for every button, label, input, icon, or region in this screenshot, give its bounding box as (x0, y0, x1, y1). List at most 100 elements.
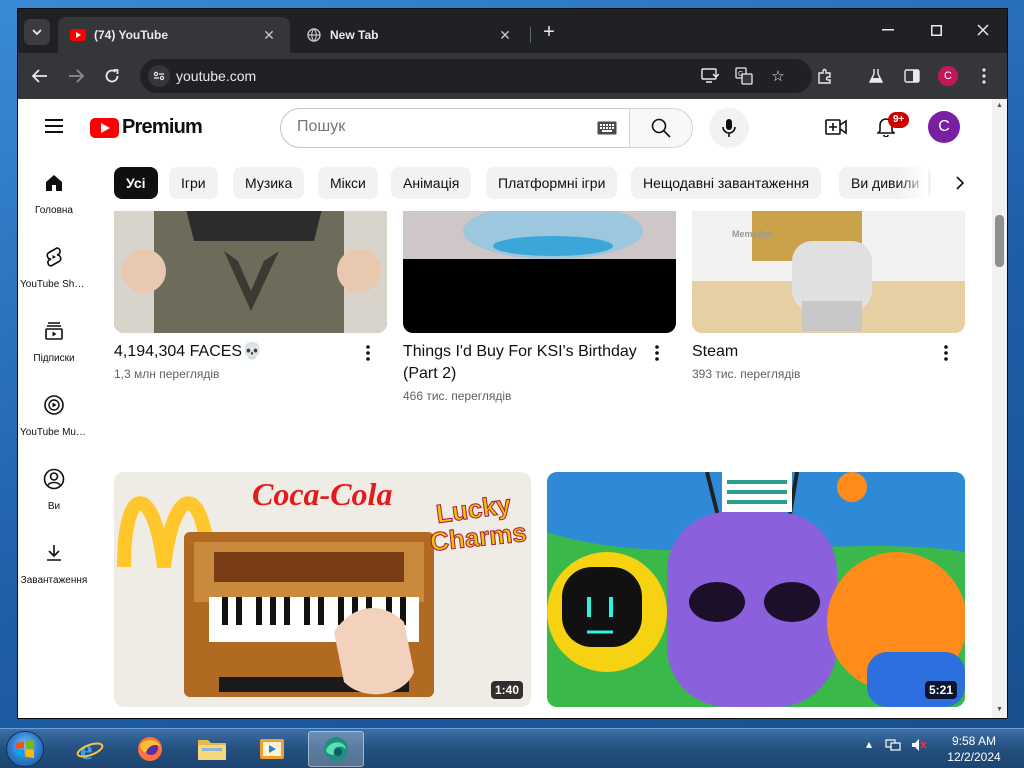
video-title[interactable]: Things I'd Buy For KSI's Birthday (Part … (403, 341, 643, 385)
you-icon (43, 468, 65, 490)
close-window-button[interactable] (963, 17, 1003, 43)
tab-strip: (74) YouTube ✕ New Tab ✕ + (18, 9, 1007, 53)
taskbar-edge-browser[interactable] (308, 731, 364, 767)
chip-music[interactable]: Музика (233, 167, 305, 199)
sidebar-item-shorts[interactable]: YouTube Shorts (18, 229, 90, 303)
chips-next-button[interactable] (948, 171, 972, 195)
bookmark-star-icon[interactable]: ☆ (768, 66, 788, 86)
volume-muted-icon[interactable] (911, 738, 927, 752)
back-button[interactable] (28, 64, 52, 88)
translate-icon[interactable]: G (734, 66, 754, 86)
site-info-icon[interactable] (148, 65, 170, 87)
sidebar-item-subscriptions[interactable]: Підписки (18, 303, 90, 377)
chevron-right-icon (956, 176, 964, 190)
close-icon[interactable]: ✕ (496, 27, 514, 44)
install-app-icon[interactable] (700, 66, 720, 86)
media-player-icon (260, 739, 284, 759)
tab-new-tab[interactable]: New Tab ✕ (294, 17, 526, 53)
chip-animation[interactable]: Анімація (391, 167, 472, 199)
chip-platformers[interactable]: Платформні ігри (486, 167, 618, 199)
thumbnail-image (114, 211, 387, 333)
video-thumbnail[interactable] (403, 211, 676, 333)
url-text[interactable]: youtube.com (176, 68, 256, 84)
sidebar-item-downloads[interactable]: Завантаження (18, 525, 90, 599)
system-tray: ▴ (866, 737, 927, 752)
sidebar-item-youtube-music[interactable]: YouTube Music (18, 377, 90, 451)
video-views: 466 тис. переглядів (403, 389, 512, 403)
tray-expand-icon[interactable]: ▴ (866, 737, 872, 751)
chips-fade (898, 167, 928, 199)
taskbar-firefox[interactable] (122, 731, 178, 767)
firefox-icon (138, 737, 162, 761)
close-icon (977, 24, 989, 36)
profile-avatar[interactable]: C (938, 66, 958, 86)
mini-guide: Головна YouTube Shorts Підписки YouTube … (18, 155, 90, 718)
video-title[interactable]: 4,194,304 FACES💀 (114, 341, 354, 363)
youtube-music-icon (44, 395, 64, 415)
system-clock[interactable]: 9:58 AM 12/2/2024 (936, 733, 1012, 765)
chevron-down-icon (32, 29, 42, 35)
new-tab-button[interactable]: + (538, 21, 560, 43)
svg-text:G: G (738, 71, 743, 78)
video-title[interactable]: Steam (692, 341, 932, 363)
keyboard-icon[interactable] (597, 119, 617, 137)
scroll-down-arrow-icon[interactable]: ▼ (995, 705, 1004, 714)
video-plus-icon (825, 119, 847, 135)
search-button[interactable] (629, 108, 693, 148)
labs-button[interactable] (864, 64, 888, 88)
maximize-button[interactable] (916, 17, 956, 43)
browser-toolbar: youtube.com G ☆ C (18, 53, 1007, 99)
side-panel-button[interactable] (900, 64, 924, 88)
address-bar[interactable]: youtube.com G ☆ (140, 59, 812, 93)
chip-recently-uploaded[interactable]: Нещодавні завантаження (631, 167, 822, 199)
chip-games[interactable]: Ігри (169, 167, 218, 199)
chip-mixes[interactable]: Мікси (318, 167, 378, 199)
minimize-button[interactable] (868, 17, 908, 43)
search-box (280, 108, 630, 148)
reload-icon (105, 69, 119, 83)
clock-date: 12/2/2024 (947, 750, 1001, 764)
taskbar-media-player[interactable] (244, 731, 300, 767)
tab-separator (530, 27, 531, 43)
tab-search-button[interactable] (24, 19, 50, 45)
windows-logo-icon (16, 740, 34, 758)
scrollbar-thumb[interactable] (995, 215, 1004, 267)
chip-all[interactable]: Усі (114, 167, 158, 199)
sidebar-item-you[interactable]: Ви (18, 451, 90, 525)
sidebar-item-label: YouTube Shorts (20, 279, 88, 290)
video-thumbnail[interactable]: MemeZee (692, 211, 965, 333)
youtube-play-icon (90, 117, 119, 138)
video-menu-button[interactable] (647, 341, 667, 365)
page-scrollbar[interactable]: ▲ ▼ (992, 99, 1007, 718)
taskbar-file-explorer[interactable] (184, 731, 240, 767)
video-thumbnail[interactable]: Coca-Cola Lucky Charms 1:40 (114, 472, 531, 707)
tab-youtube[interactable]: (74) YouTube ✕ (58, 17, 290, 53)
menu-icon[interactable] (42, 115, 66, 139)
network-icon[interactable] (885, 738, 901, 752)
home-icon (46, 175, 62, 191)
video-menu-button[interactable] (936, 341, 956, 365)
forward-button[interactable] (64, 64, 88, 88)
extensions-button[interactable] (813, 64, 837, 88)
folder-icon (198, 740, 226, 760)
sidebar-item-label: Ви (47, 501, 61, 512)
taskbar-internet-explorer[interactable]: e (62, 731, 118, 767)
browser-menu-button[interactable] (972, 64, 996, 88)
minimize-icon (882, 29, 894, 31)
video-thumbnail[interactable] (114, 211, 387, 333)
scroll-up-arrow-icon[interactable]: ▲ (995, 101, 1004, 110)
create-button[interactable] (824, 115, 848, 139)
close-icon[interactable]: ✕ (260, 27, 278, 44)
voice-search-button[interactable] (709, 108, 749, 148)
reload-button[interactable] (100, 64, 124, 88)
video-grid: 4,194,304 FACES💀 1,3 млн переглядів Thin… (114, 211, 974, 718)
more-vert-icon (944, 345, 948, 361)
video-thumbnail[interactable]: 5:21 (547, 472, 965, 707)
sidebar-item-home[interactable]: Головна (18, 155, 90, 229)
start-button[interactable] (6, 731, 44, 767)
notification-badge: 9+ (888, 112, 910, 128)
video-menu-button[interactable] (358, 341, 378, 365)
account-avatar[interactable]: C (928, 111, 960, 143)
search-input[interactable] (297, 118, 577, 136)
youtube-premium-logo[interactable]: Premium (90, 116, 203, 139)
